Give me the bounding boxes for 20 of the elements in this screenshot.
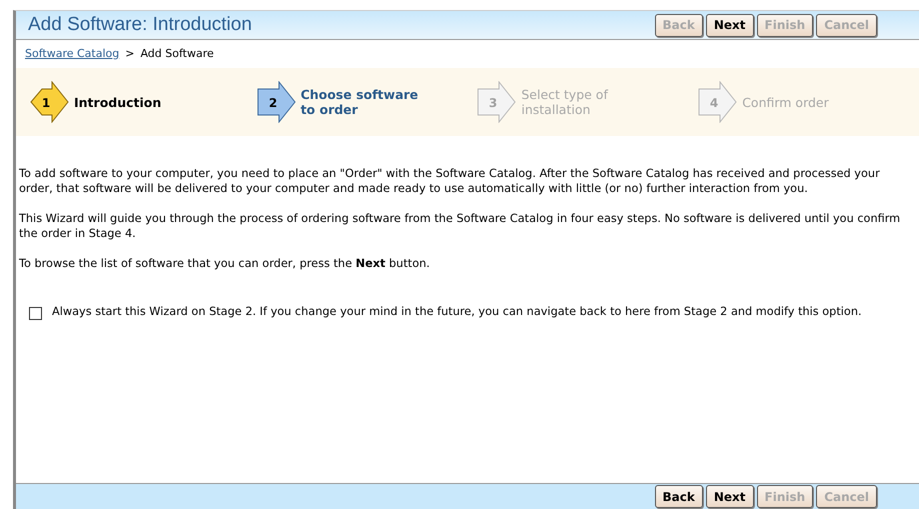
- breadcrumb-link[interactable]: Software Catalog: [25, 46, 120, 62]
- option-checkbox[interactable]: [29, 307, 42, 320]
- step-label: Choose software to order: [300, 87, 420, 117]
- step-arrow-icon: 1: [30, 81, 70, 123]
- step-label: Introduction: [74, 94, 162, 110]
- intro-paragraph: To browse the list of software that you can order, press the Next button.: [19, 256, 431, 271]
- step-arrow-icon: 4: [698, 81, 738, 123]
- step-label: Confirm order: [742, 94, 829, 110]
- wizard-button[interactable]: Back: [654, 485, 703, 508]
- window-title: Add Software: Introduction: [27, 12, 252, 37]
- wizard-button[interactable]: Next: [706, 14, 754, 36]
- step-arrow-icon: 3: [477, 81, 518, 123]
- wizard-button[interactable]: Next: [706, 485, 754, 508]
- step-arrow-icon: 2: [256, 81, 297, 123]
- breadcrumb-current: Add Software: [140, 46, 214, 62]
- breadcrumb-separator: >: [125, 46, 134, 62]
- intro-paragraph: To add software to your computer, you need to place an "Order" with the Software Catalog. After the Software Catalog has received and processed your order, that software will be delivered to your computer and made ready to use automatically with little (or no) further interaction from you.: [19, 166, 881, 196]
- step-label: Select type of installation: [521, 87, 610, 117]
- intro-paragraph: This Wizard will guide you through the process of ordering software from the Software Catalog in four easy steps. No software is delivered until you confirm the order in Stage 4.: [19, 211, 902, 241]
- option-label: Always start this Wizard on Stage 2. If you change your mind in the future, you can navigate back to here from Stage 2 and modify this option.: [52, 304, 862, 319]
